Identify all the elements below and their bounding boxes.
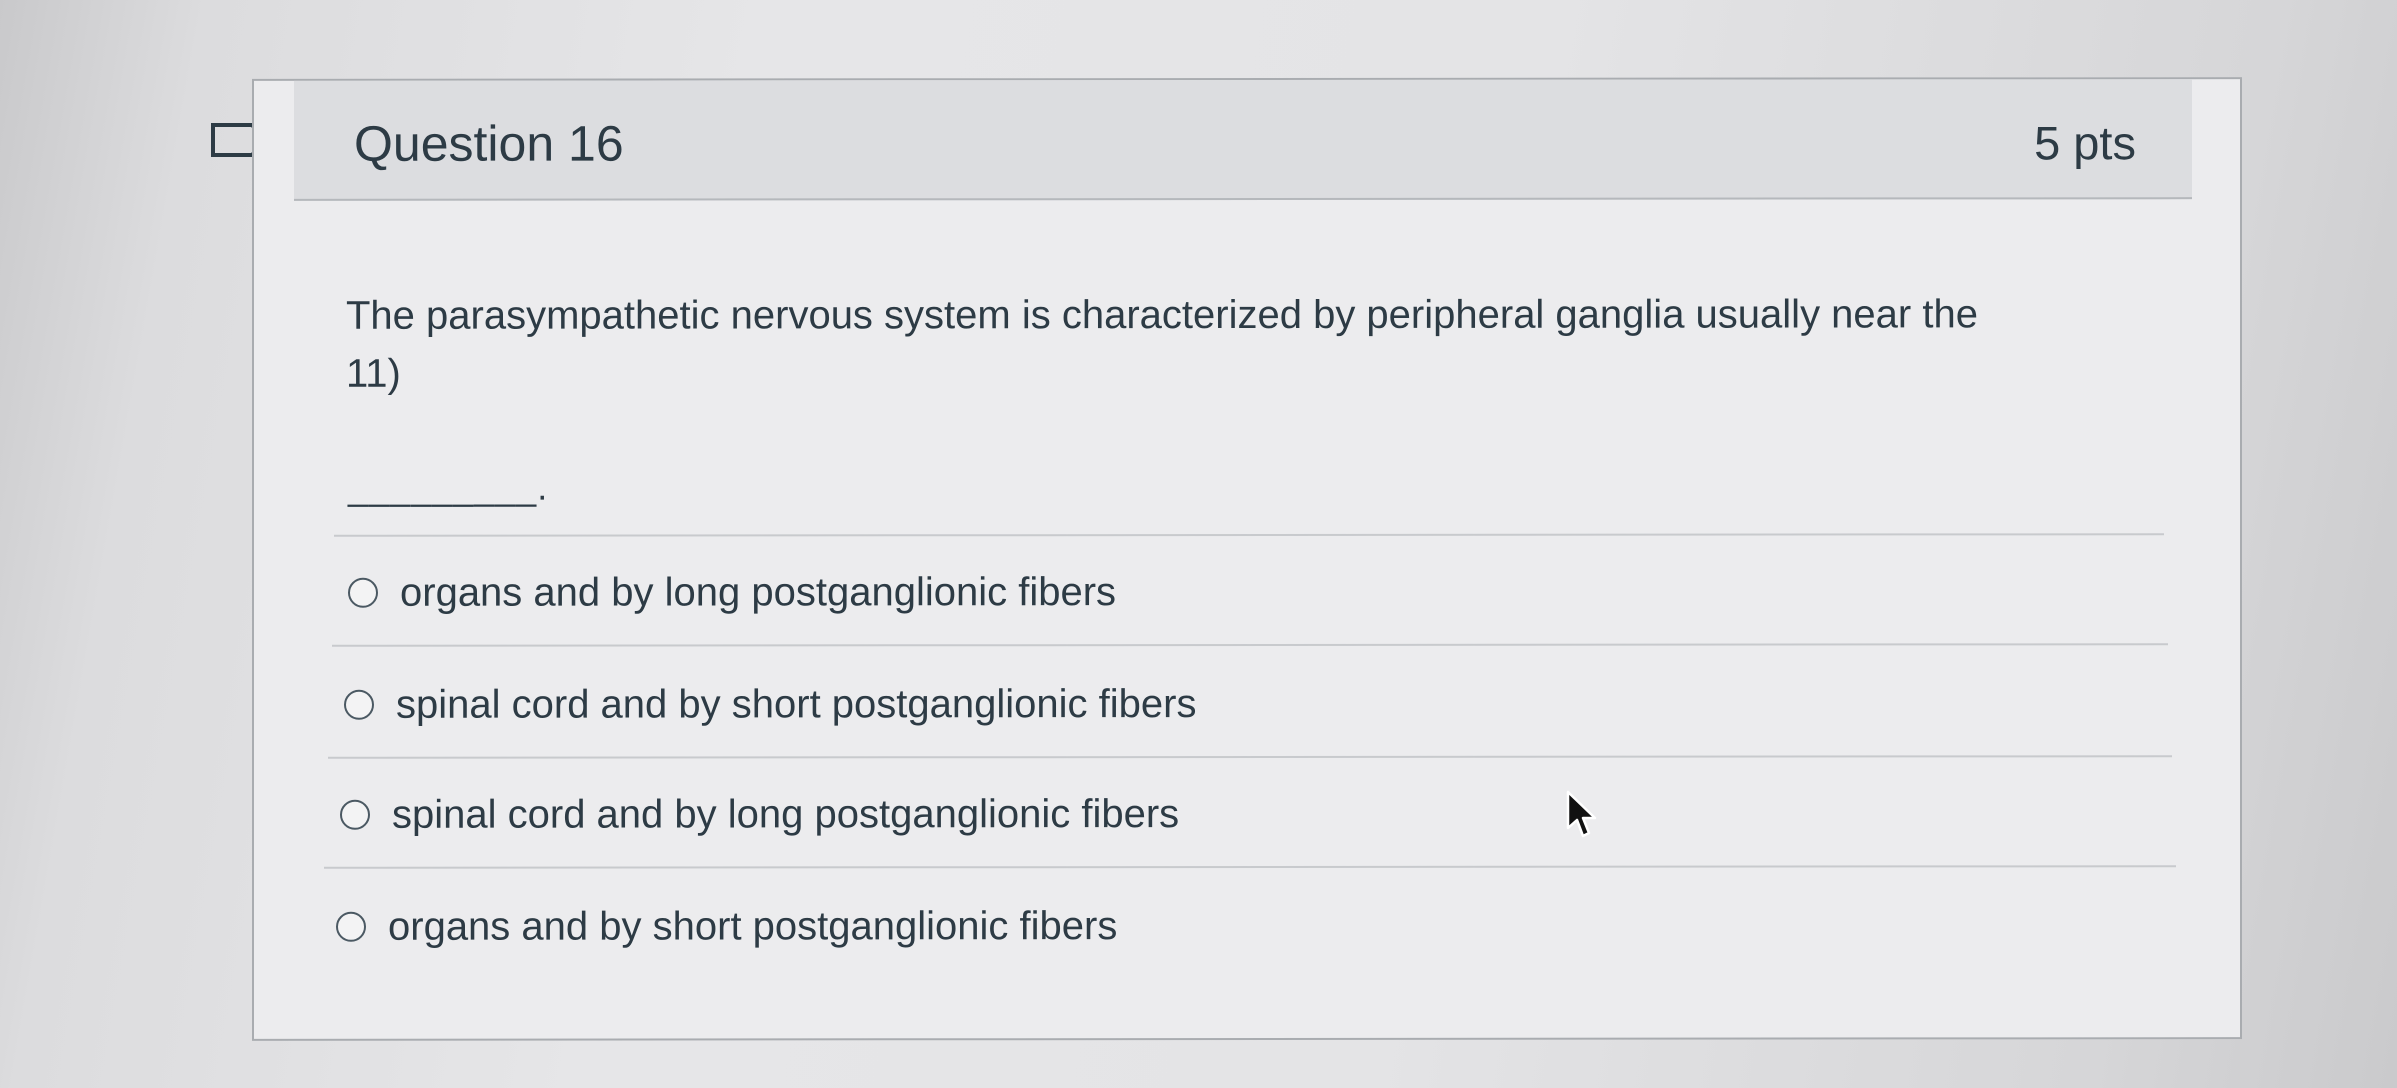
answer-option-3[interactable]: spinal cord and by long postganglionic f… <box>340 784 1179 845</box>
question-points: 5 pts <box>2034 116 2136 170</box>
answer-label[interactable]: spinal cord and by short postganglionic … <box>396 682 1196 728</box>
question-card: Question 16 5 pts The parasympathetic ne… <box>252 77 2242 1041</box>
answer-divider <box>328 755 2172 759</box>
answer-option-1[interactable]: organs and by long postganglionic fibers <box>348 562 1116 623</box>
answer-label[interactable]: organs and by long postganglionic fibers <box>400 570 1116 616</box>
mouse-pointer-icon <box>1566 790 1597 838</box>
answer-option-4[interactable]: organs and by short postganglionic fiber… <box>336 896 1117 957</box>
answer-divider <box>324 865 2176 869</box>
answer-label[interactable]: organs and by short postganglionic fiber… <box>388 904 1117 950</box>
answer-divider <box>332 643 2168 647</box>
answer-divider <box>334 533 2164 537</box>
question-blank: _________. <box>348 466 549 508</box>
answer-label[interactable]: spinal cord and by long postganglionic f… <box>392 792 1179 838</box>
radio-button[interactable] <box>336 911 366 942</box>
question-header: Question 16 5 pts <box>294 79 2192 201</box>
answer-option-2[interactable]: spinal cord and by short postganglionic … <box>344 674 1196 735</box>
question-text: The parasympathetic nervous system is ch… <box>346 292 1978 396</box>
question-title: Question 16 <box>354 115 624 172</box>
radio-button[interactable] <box>348 577 378 608</box>
radio-button[interactable] <box>344 689 374 720</box>
radio-button[interactable] <box>340 799 370 830</box>
